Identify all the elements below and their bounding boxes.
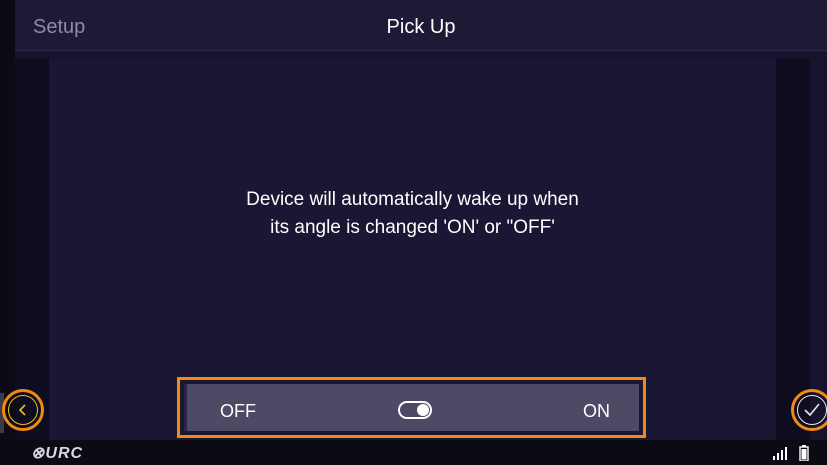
back-ring — [8, 395, 38, 425]
battery-icon — [799, 445, 809, 461]
pickup-toggle-row[interactable]: OFF ON — [177, 377, 646, 438]
back-button[interactable] — [2, 389, 44, 431]
description-line-2: its angle is changed 'ON' or "OFF' — [270, 217, 555, 238]
urc-logo: ⊗URC — [31, 445, 84, 462]
off-label: OFF — [220, 401, 256, 421]
description-line-1: Device will automatically wake up when — [246, 189, 579, 210]
on-label: ON — [583, 401, 610, 421]
right-side-panel — [776, 58, 810, 440]
left-side-panel — [15, 58, 49, 440]
chevron-left-icon — [18, 404, 26, 416]
pickup-toggle-switch[interactable] — [398, 401, 432, 419]
page-title: Pick Up — [386, 16, 456, 38]
checkmark-icon — [804, 403, 820, 417]
done-button[interactable] — [791, 389, 827, 431]
top-bar: Setup Pick Up — [15, 0, 827, 51]
description-text: Device will automatically wake up when i… — [49, 186, 776, 242]
toggle-row-background: OFF ON — [184, 384, 639, 431]
done-ring — [797, 395, 827, 425]
signal-icon — [773, 447, 787, 460]
status-bar: ⊗URC — [15, 440, 827, 465]
toggle-knob — [417, 404, 429, 416]
